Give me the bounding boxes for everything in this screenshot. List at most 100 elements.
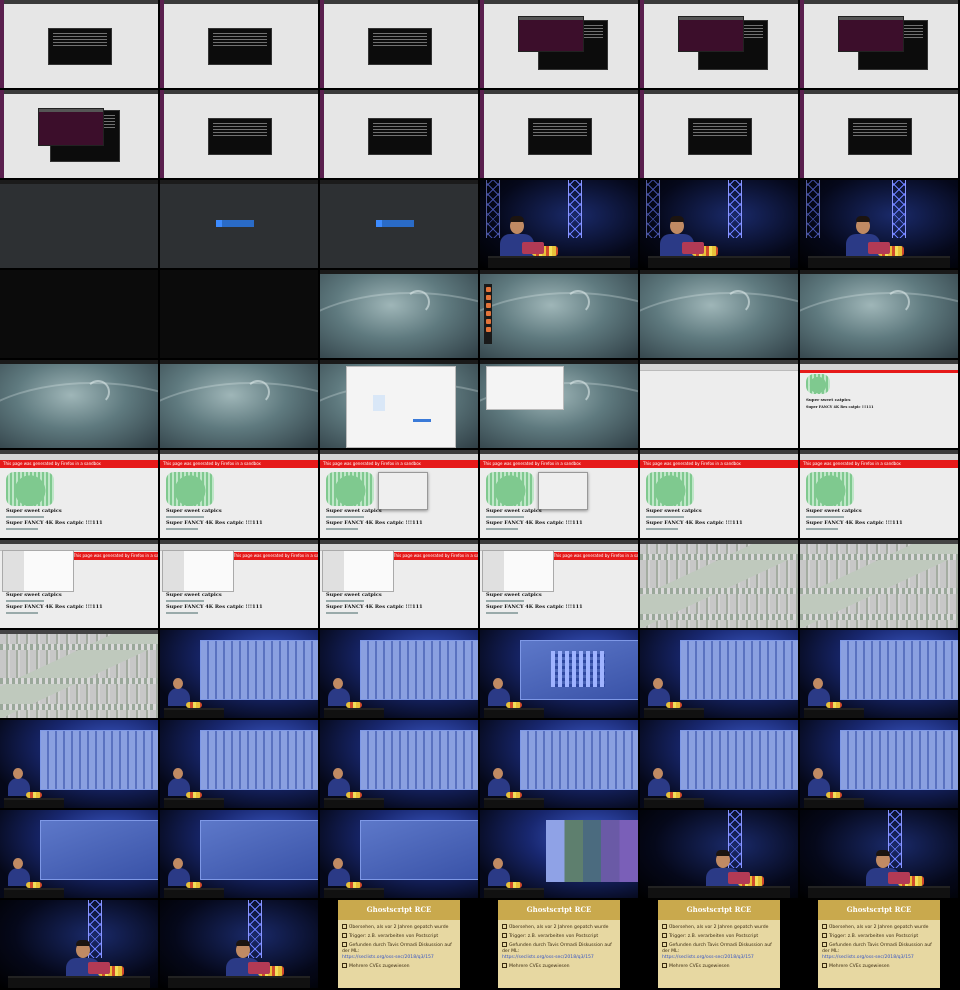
terminal-text [213,33,267,47]
thumbnail-tile[interactable] [0,90,158,178]
thumbnail-tile[interactable] [320,810,478,898]
thumbnail-tile[interactable] [320,720,478,808]
dock-icon-4[interactable] [485,319,491,324]
slide-bullet-text: Übersehen, als vor 2 Jahren gepatch wurd… [349,925,449,930]
thumbnail-tile[interactable] [640,0,798,88]
thumbnail-tile[interactable]: This page was generated by Firefox in a … [160,450,318,538]
top-panel [320,180,478,184]
thumbnail-tile[interactable] [480,360,638,448]
thumbnail-tile[interactable] [480,180,638,268]
speaker-head [493,858,503,869]
dialog-ok-button[interactable] [413,419,431,422]
lectern [168,976,310,988]
speaker-head [173,768,183,779]
cat-page-subtitle: Super FANCY 4K Res catpic !!!111 [166,520,263,526]
thumbnail-tile[interactable] [160,360,318,448]
thumbnail-tile[interactable] [160,720,318,808]
titlebar [679,17,743,20]
login-user-button[interactable] [216,220,254,227]
thumbnail-tile[interactable] [320,0,478,88]
thumbnail-tile[interactable] [0,630,158,718]
thumbnail-tile[interactable] [0,0,158,88]
thumbnail-tile[interactable] [640,360,798,448]
thumbnail-tile[interactable] [640,270,798,358]
thumbnail-tile[interactable]: This page was generated by Firefox in a … [0,540,158,628]
thumbnail-tile[interactable] [800,810,958,898]
thumbnail-tile[interactable] [320,90,478,178]
top-panel [800,540,958,544]
thumbnail-tile[interactable] [0,270,158,358]
stage-truss [728,180,742,238]
thumbnail-tile[interactable]: This page was generated by Firefox in a … [320,540,478,628]
thumbnail-tile[interactable] [0,810,158,898]
thumbnail-tile[interactable]: This page was generated by Firefox in a … [160,540,318,628]
thumbnail-tile[interactable]: This page was generated by Firefox in a … [320,450,478,538]
thumbnail-tile[interactable]: Ghostscript RCE Übersehen, als vor 2 Jahr… [480,900,638,988]
thumbnail-tile[interactable]: This page was generated by Firefox in a … [480,540,638,628]
speaker-hair [716,850,730,856]
thumbnail-tile[interactable]: Super sweet catpics Super FANCY 4K Res ca… [800,360,958,448]
thumbnail-tile[interactable] [640,720,798,808]
file-manager-sidebar [483,551,504,591]
projected-screen [520,640,638,700]
slide-title: Ghostscript RCE [846,905,912,914]
dock-icon-1[interactable] [485,295,491,300]
dock-icon-0[interactable] [485,287,491,292]
thumbnail-tile[interactable]: This page was generated by Firefox in a … [800,450,958,538]
thumbnail-tile[interactable] [0,180,158,268]
thumbnail-tile[interactable] [480,720,638,808]
thumbnail-tile[interactable] [800,720,958,808]
thumbnail-tile[interactable] [160,900,318,988]
terminal-window [688,118,752,155]
lectern [648,886,790,898]
thumbnail-tile[interactable] [800,630,958,718]
dock-icon-3[interactable] [485,311,491,316]
thumbnail-tile[interactable] [160,270,318,358]
thumbnail-tile[interactable] [640,180,798,268]
thumbnail-tile[interactable] [480,0,638,88]
thumbnail-tile[interactable] [480,810,638,898]
thumbnail-tile[interactable] [160,90,318,178]
thumbnail-tile[interactable]: Ghostscript RCE Übersehen, als vor 2 Jahr… [320,900,478,988]
dock-icon-2[interactable] [485,303,491,308]
thumbnail-tile[interactable] [320,630,478,718]
slide-bullet-link[interactable]: https://seclists.org/oss-sec/2018/q3/157 [502,955,594,960]
cat-page-link [166,600,204,602]
slide-bullet-link[interactable]: https://seclists.org/oss-sec/2018/q3/157 [662,955,754,960]
slide-bullet-link[interactable]: https://seclists.org/oss-sec/2018/q3/157 [822,955,914,960]
thumbnail-tile[interactable] [480,630,638,718]
thumbnail-tile[interactable] [640,630,798,718]
top-panel [480,0,638,4]
thumbnail-tile[interactable] [160,630,318,718]
thumbnail-tile[interactable] [320,360,478,448]
speaker-head [333,768,343,779]
thumbnail-tile[interactable] [640,810,798,898]
thumbnail-tile[interactable]: This page was generated by Firefox in a … [640,450,798,538]
thumbnail-tile[interactable] [0,360,158,448]
thumbnail-tile[interactable] [320,180,478,268]
slide-bullet-link[interactable]: https://seclists.org/oss-sec/2018/q3/157 [342,955,434,960]
thumbnail-tile[interactable]: Ghostscript RCE Übersehen, als vor 2 Jahr… [800,900,958,988]
thumbnail-tile[interactable] [160,180,318,268]
login-user-button[interactable] [376,220,414,227]
dock-icon-5[interactable] [485,327,491,332]
thumbnail-tile[interactable]: Ghostscript RCE Übersehen, als vor 2 Jahr… [640,900,798,988]
thumbnail-tile[interactable] [0,900,158,988]
thumbnail-tile[interactable]: This page was generated by Firefox in a … [480,450,638,538]
thumbnail-tile[interactable] [800,270,958,358]
thumbnail-tile[interactable] [160,0,318,88]
thumbnail-tile[interactable] [0,720,158,808]
thumbnail-tile[interactable] [640,540,798,628]
thumbnail-tile[interactable] [480,90,638,178]
thumbnail-tile[interactable] [800,180,958,268]
top-panel [320,270,478,274]
thumbnail-tile[interactable] [480,270,638,358]
thumbnail-tile[interactable] [800,540,958,628]
thumbnail-tile[interactable] [160,810,318,898]
thumbnail-tile[interactable] [800,90,958,178]
plush-toys [186,882,202,888]
thumbnail-tile[interactable] [800,0,958,88]
thumbnail-tile[interactable]: This page was generated by Firefox in a … [0,450,158,538]
thumbnail-tile[interactable] [640,90,798,178]
thumbnail-tile[interactable] [320,270,478,358]
